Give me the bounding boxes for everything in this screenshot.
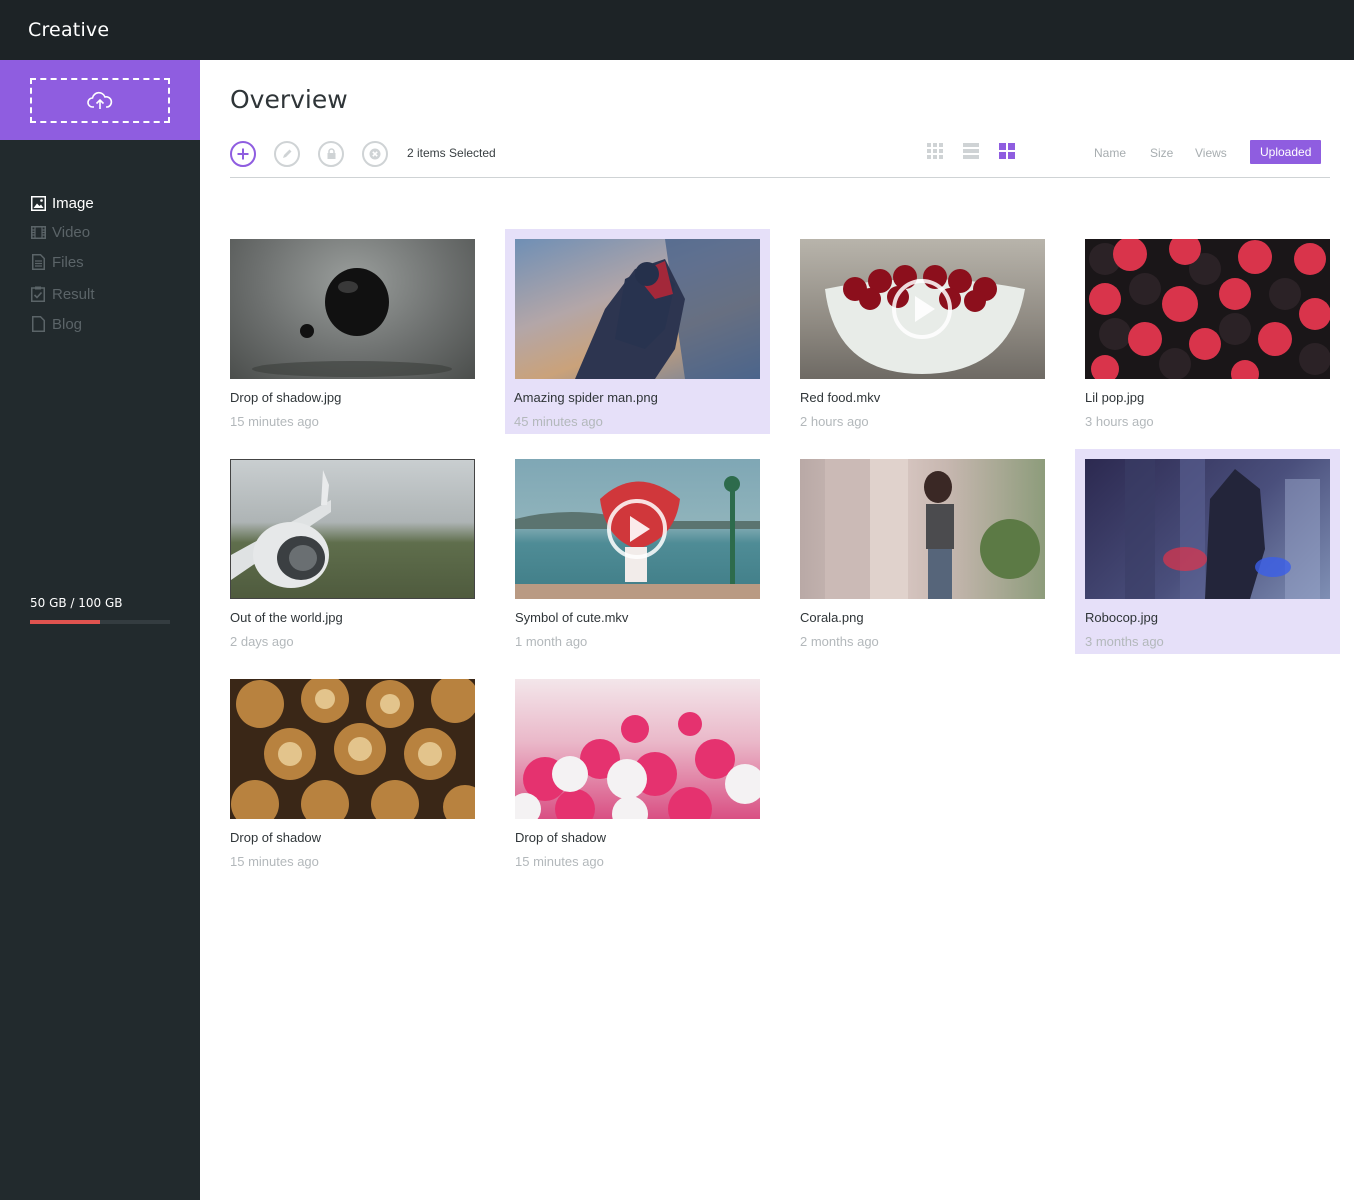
media-card[interactable]: Out of the world.jpg 2 days ago [220, 449, 485, 654]
sidebar-item-video[interactable]: Video [30, 217, 95, 247]
media-card[interactable]: Lil pop.jpg 3 hours ago [1075, 229, 1340, 434]
storage-meter: 50 GB / 100 GB [30, 596, 170, 624]
storage-progress-fill [30, 620, 100, 624]
add-icon [237, 148, 249, 160]
list-icon[interactable] [962, 142, 980, 160]
page-title: Overview [230, 85, 348, 114]
thumbnail [1085, 239, 1330, 379]
thumbnail [515, 239, 760, 379]
item-time: 45 minutes ago [514, 414, 603, 429]
image-icon [30, 195, 46, 211]
sort-views[interactable]: Views [1195, 146, 1227, 160]
sidebar-item-files[interactable]: Files [30, 247, 95, 277]
item-time: 15 minutes ago [515, 854, 604, 869]
robocop-image [1125, 459, 1320, 599]
sort-size[interactable]: Size [1150, 146, 1173, 160]
media-card[interactable]: Amazing spider man.png 45 minutes ago [505, 229, 770, 434]
selection-count: 2 items Selected [407, 146, 496, 160]
item-name: Drop of shadow [515, 830, 607, 845]
thumbnail [800, 239, 1045, 379]
cloud-upload-icon [87, 91, 113, 109]
sidebar-item-image[interactable]: Image [30, 188, 95, 218]
item-name: Red food.mkv [800, 390, 881, 405]
item-name: Corala.png [800, 610, 864, 625]
delete-icon [369, 148, 381, 160]
storage-label: 50 GB / 100 GB [30, 596, 123, 610]
storage-progress-bar [30, 620, 170, 624]
sort-uploaded[interactable]: Uploaded [1250, 140, 1322, 164]
item-time: 3 months ago [1085, 634, 1164, 649]
add-button[interactable] [230, 141, 256, 167]
grid-large-icon[interactable] [998, 142, 1016, 160]
item-name: Drop of shadow [230, 830, 322, 845]
item-name: Lil pop.jpg [1085, 390, 1145, 405]
sidebar-item-label: Files [52, 253, 84, 271]
lock-icon [327, 148, 335, 159]
droplet-image [252, 268, 452, 377]
upload-area [0, 60, 200, 140]
airplane-image [231, 470, 331, 588]
media-card[interactable]: Drop of shadow.jpg 15 minutes ago [220, 229, 485, 434]
thumbnail [230, 679, 475, 819]
item-time: 3 hours ago [1085, 414, 1154, 429]
item-time: 15 minutes ago [230, 414, 319, 429]
thumbnail [515, 459, 760, 599]
sidebar-item-result[interactable]: Result [30, 279, 95, 309]
thumbnail [230, 239, 475, 379]
upload-button[interactable] [30, 78, 170, 123]
thumbnail [1085, 459, 1330, 599]
film-icon [30, 224, 46, 240]
sidebar-item-label: Blog [52, 315, 83, 333]
lock-button[interactable] [318, 141, 344, 167]
item-name: Robocop.jpg [1085, 610, 1158, 625]
delete-button[interactable] [362, 141, 388, 167]
edit-button[interactable] [274, 141, 300, 167]
sidebar-nav: Image Video Files Result Blog [30, 188, 95, 339]
document-icon [30, 316, 46, 332]
item-time: 2 months ago [800, 634, 879, 649]
thumbnail [800, 459, 1045, 599]
file-icon [30, 254, 46, 270]
sidebar: Image Video Files Result Blog 50 GB / 10… [0, 60, 200, 1200]
play-icon[interactable] [607, 499, 667, 559]
sidebar-item-label: Image [52, 194, 94, 212]
item-name: Drop of shadow.jpg [230, 390, 342, 405]
thumbnail [515, 679, 760, 819]
clipboard-check-icon [30, 286, 46, 302]
edit-icon [283, 149, 292, 158]
media-card[interactable]: Robocop.jpg 3 months ago [1075, 449, 1340, 654]
item-time: 2 days ago [230, 634, 294, 649]
brand-logo[interactable]: Creative [28, 19, 109, 41]
item-name: Symbol of cute.mkv [515, 610, 629, 625]
woman-image [825, 459, 1040, 599]
thumbnail [230, 459, 475, 599]
sidebar-item-blog[interactable]: Blog [30, 309, 95, 339]
spiderman-image [575, 239, 760, 379]
play-icon[interactable] [892, 279, 952, 339]
item-time: 2 hours ago [800, 414, 869, 429]
berries-image [1089, 239, 1330, 379]
top-bar: Creative [0, 0, 1354, 60]
sidebar-item-label: Video [52, 223, 91, 241]
item-name: Amazing spider man.png [514, 390, 658, 405]
media-card[interactable]: Symbol of cute.mkv 1 month ago [505, 449, 770, 654]
media-card[interactable]: Drop of shadow 15 minutes ago [505, 669, 770, 874]
sort-name[interactable]: Name [1094, 146, 1126, 160]
media-card[interactable]: Red food.mkv 2 hours ago [790, 229, 1055, 434]
media-card[interactable]: Corala.png 2 months ago [790, 449, 1055, 654]
balls-image [515, 712, 760, 819]
item-name: Out of the world.jpg [230, 610, 343, 625]
toolbar: 2 items Selected Name Size Views Uploade… [230, 138, 1330, 178]
pies-image [231, 679, 475, 819]
grid-small-icon[interactable] [926, 142, 944, 160]
item-time: 1 month ago [515, 634, 588, 649]
item-time: 15 minutes ago [230, 854, 319, 869]
sidebar-item-label: Result [52, 285, 95, 303]
media-card[interactable]: Drop of shadow 15 minutes ago [220, 669, 485, 874]
